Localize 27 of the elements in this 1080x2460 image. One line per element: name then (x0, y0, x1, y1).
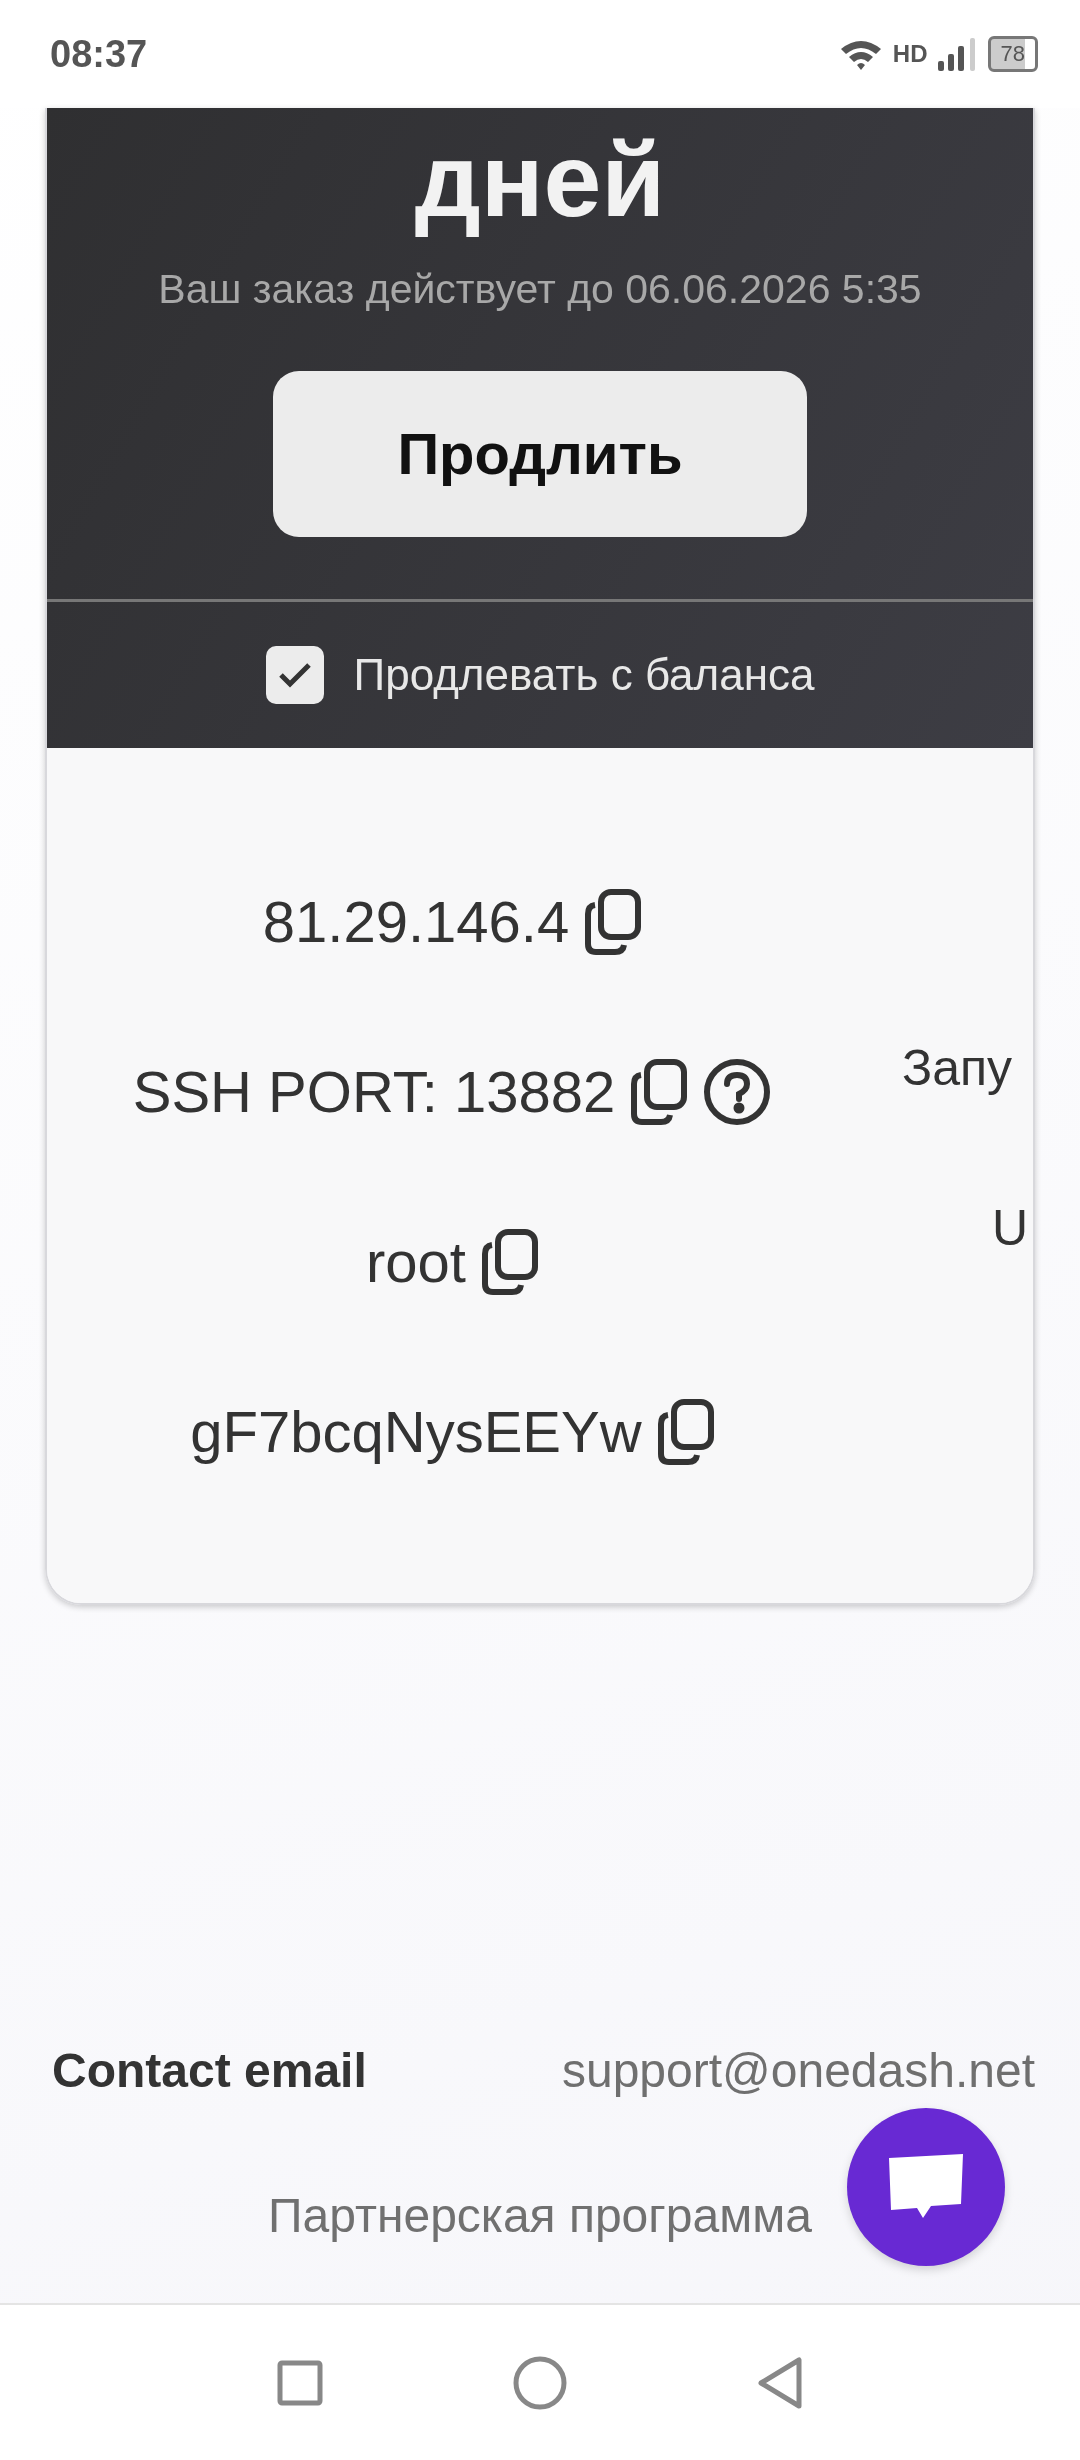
expiry-note: Ваш заказ действует до 06.06.2026 5:35 (157, 264, 923, 314)
copy-icon[interactable] (631, 1058, 688, 1125)
auto-renew-label: Продлевать с баланса (353, 649, 815, 700)
network-label: HD (892, 40, 928, 68)
help-icon[interactable] (703, 1057, 772, 1126)
signal-icon (937, 37, 978, 71)
recents-icon[interactable] (277, 2359, 323, 2406)
credential-value: root (366, 1227, 466, 1296)
chat-icon (887, 2154, 965, 2220)
copy-icon[interactable] (657, 1398, 714, 1465)
side-label: U (992, 1198, 1029, 1258)
credential-value: gF7bcqNysEEYw (190, 1397, 642, 1466)
renew-button[interactable]: Продлить (273, 370, 807, 537)
credential-value: SSH PORT: 13882 (132, 1057, 616, 1126)
home-icon[interactable] (513, 2355, 567, 2410)
copy-icon[interactable] (585, 888, 642, 955)
days-unit: дней (414, 121, 666, 240)
back-icon[interactable] (757, 2355, 803, 2410)
credential-value: 81.29.146.4 (262, 887, 570, 956)
partner-program-link[interactable]: Партнерская программа (268, 2188, 812, 2243)
auto-renew-checkbox[interactable] (265, 645, 324, 704)
side-label: Запу (902, 1038, 1013, 1098)
contact-email-link[interactable]: support@onedash.net (561, 2043, 1035, 2098)
contact-label: Contact email (52, 2043, 367, 2098)
status-time: 08:37 (50, 32, 148, 76)
copy-icon[interactable] (481, 1228, 538, 1295)
battery-indicator: 78 (987, 36, 1038, 72)
